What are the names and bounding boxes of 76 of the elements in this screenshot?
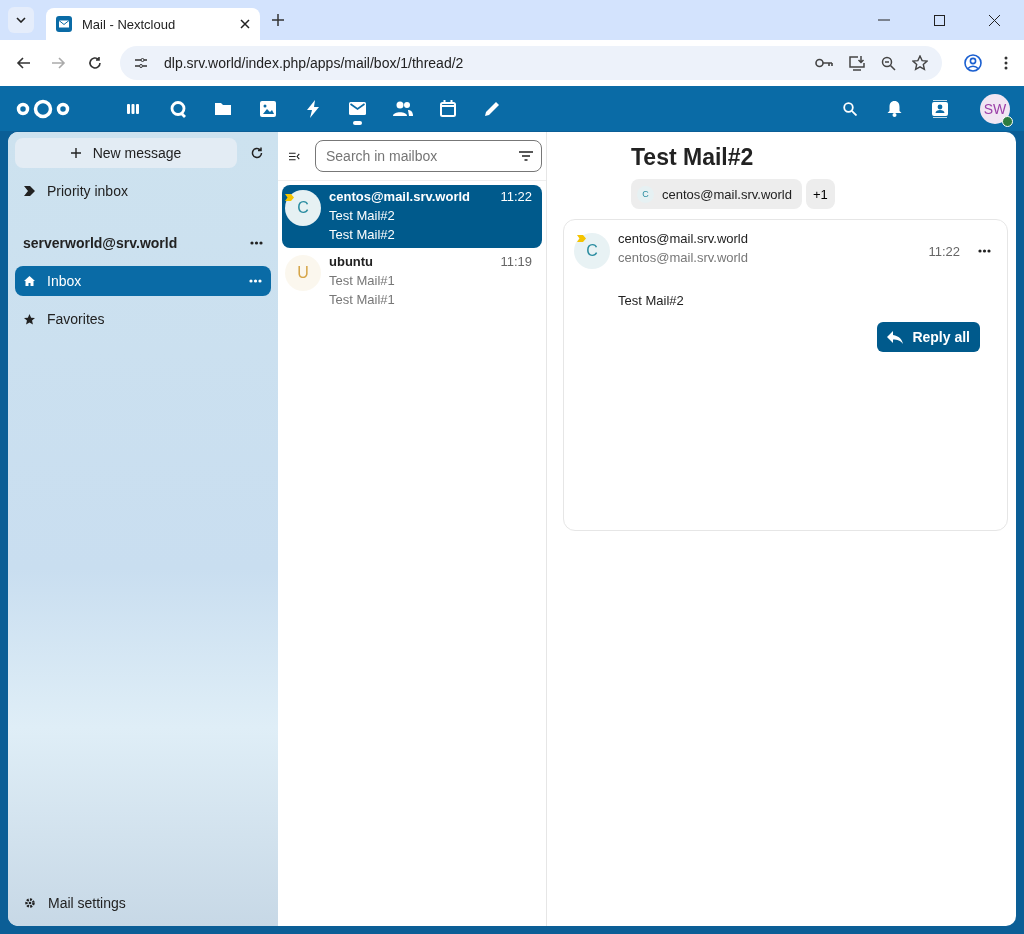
thread-subject: Test Mail#2: [631, 144, 755, 171]
reload-icon[interactable]: [88, 56, 102, 70]
logo-icon[interactable]: [16, 97, 70, 120]
chevron-down-icon: [16, 17, 26, 23]
sender-address: centos@mail.srv.world: [618, 250, 749, 265]
more-icon[interactable]: [250, 241, 263, 245]
envelope-icon[interactable]: [349, 102, 366, 115]
close-icon[interactable]: [989, 14, 1000, 26]
message-time: 11:22: [928, 244, 960, 259]
star-icon: [24, 313, 35, 325]
home-icon: [24, 276, 35, 286]
collapse-list-icon[interactable]: [289, 150, 300, 162]
message-item[interactable]: C centos@mail.srv.world 11:22 Test Mail#2 Test Mail#2: [282, 185, 542, 248]
bell-icon[interactable]: [887, 100, 902, 117]
search-field[interactable]: Search in mailbox: [315, 140, 542, 172]
sender-name: ubuntu: [329, 254, 374, 269]
message-time: 11:22: [500, 189, 532, 204]
search-icon[interactable]: [843, 101, 857, 116]
image-icon[interactable]: [259, 100, 276, 117]
refresh-icon[interactable]: [251, 147, 263, 159]
lightning-icon[interactable]: [306, 99, 319, 118]
message-item[interactable]: U ubuntu 11:19 Test Mail#1 Test Mail#1: [282, 250, 542, 313]
new-message-button[interactable]: New message: [15, 138, 237, 168]
mail-settings-item[interactable]: Mail settings: [15, 888, 271, 918]
reply-all-button[interactable]: Reply all: [877, 322, 980, 352]
message-subject: Test Mail#1: [329, 273, 396, 288]
message-preview: Test Mail#1: [329, 292, 396, 307]
maximize-icon[interactable]: [934, 14, 945, 26]
install-icon[interactable]: [849, 55, 865, 71]
folder-item[interactable]: Favorites: [15, 304, 271, 334]
calendar-icon[interactable]: [439, 100, 456, 117]
plus-icon: [70, 148, 81, 158]
priority-inbox-item[interactable]: Priority inbox: [15, 176, 271, 206]
people-icon[interactable]: [392, 101, 413, 116]
account-name: serverworld@srv.world: [23, 235, 178, 251]
user-avatar[interactable]: SW: [980, 93, 1010, 124]
zoom-out-icon[interactable]: [881, 55, 896, 71]
browser-tab[interactable]: Mail - Nextcloud: [46, 8, 260, 40]
sender-avatar: C: [285, 190, 321, 226]
menu-icon[interactable]: [1004, 56, 1008, 70]
key-icon[interactable]: [815, 58, 833, 68]
contact-card-icon[interactable]: [932, 99, 948, 118]
filter-icon[interactable]: [519, 151, 533, 161]
folder-item[interactable]: Inbox: [15, 266, 271, 296]
chat-bubble-icon[interactable]: [168, 99, 187, 118]
folder-icon[interactable]: [214, 102, 231, 115]
site-settings-icon[interactable]: [134, 57, 148, 69]
url-text: dlp.srv.world/index.php/apps/mail/box/1/thread/2: [164, 55, 464, 71]
pencil-icon[interactable]: [485, 101, 500, 116]
tab-title: Mail - Nextcloud: [82, 16, 177, 32]
participant-chip[interactable]: C centos@mail.srv.world: [631, 179, 802, 209]
sender-avatar: U: [285, 255, 321, 291]
message-body: Test Mail#2: [618, 293, 685, 308]
profile-icon[interactable]: [964, 54, 982, 72]
dashboard-icon[interactable]: [125, 102, 140, 115]
new-tab-icon[interactable]: [272, 14, 284, 26]
message-subject: Test Mail#2: [329, 208, 396, 223]
more-icon[interactable]: [978, 249, 991, 253]
back-arrow-icon[interactable]: [16, 57, 30, 69]
address-bar[interactable]: dlp.srv.world/index.php/apps/mail/box/1/thread/2: [120, 46, 942, 80]
label-icon: [24, 186, 35, 196]
message-time: 11:19: [500, 254, 532, 269]
participant-avatar: C: [637, 185, 654, 203]
status-dot: [1002, 115, 1013, 127]
sender-name: centos@mail.srv.world: [618, 231, 749, 246]
envelope-icon: [56, 16, 72, 32]
settings-icon: [24, 897, 36, 909]
more-participants-button[interactable]: +1: [806, 179, 835, 209]
tab-list-button[interactable]: [8, 7, 34, 33]
close-icon[interactable]: [240, 19, 250, 29]
star-icon[interactable]: [912, 55, 928, 71]
sender-avatar: C: [574, 233, 610, 269]
message-preview: Test Mail#2: [329, 227, 396, 242]
participant-address: centos@mail.srv.world: [662, 186, 792, 202]
reply-arrow-icon: [887, 330, 904, 344]
sender-name: centos@mail.srv.world: [329, 189, 471, 204]
